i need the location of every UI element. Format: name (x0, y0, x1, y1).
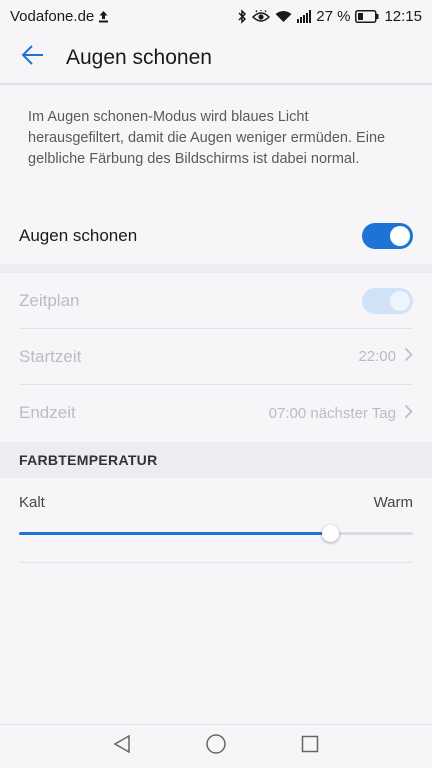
divider (19, 562, 413, 563)
clock: 12:15 (384, 7, 422, 25)
slider-max-label: Warm (373, 494, 413, 511)
page-title: Augen schonen (66, 45, 212, 69)
start-time-row: Startzeit 22:00 (19, 329, 413, 385)
chevron-right-icon (404, 404, 413, 423)
home-circle-icon (205, 733, 227, 760)
section-spacer (0, 264, 432, 273)
start-time-label: Startzeit (19, 346, 82, 366)
back-button[interactable] (0, 31, 66, 84)
nav-home-button[interactable] (204, 733, 228, 760)
slider-labels: Kalt Warm (19, 494, 413, 511)
app-bar: Augen schonen (0, 32, 432, 85)
carrier-name: Vodafone.de (10, 7, 95, 25)
start-time-value-wrap: 22:00 (358, 347, 413, 366)
schedule-toggle (362, 287, 413, 314)
status-left: Vodafone.de (10, 8, 109, 25)
schedule-row: Zeitplan (19, 273, 413, 329)
toggle-knob (390, 226, 410, 246)
feature-description: Im Augen schonen-Modus wird blaues Licht… (28, 109, 386, 167)
eye-comfort-toggle[interactable] (362, 223, 413, 249)
schedule-label: Zeitplan (19, 290, 80, 310)
end-time-value-wrap: 07:00 nächster Tag (269, 404, 413, 423)
wifi-icon (275, 10, 292, 23)
eye-comfort-label: Augen schonen (19, 226, 138, 245)
slider-thumb[interactable] (322, 525, 340, 542)
back-arrow-icon (21, 44, 45, 71)
bluetooth-icon (237, 8, 247, 24)
end-time-value: 07:00 nächster Tag (268, 404, 396, 422)
slider-fill (19, 532, 331, 535)
nav-recents-button[interactable] (298, 735, 322, 759)
navigation-bar (0, 724, 432, 768)
nav-back-button[interactable] (110, 734, 134, 759)
back-triangle-icon (113, 734, 131, 759)
battery-icon (355, 9, 379, 23)
signal-icon (297, 9, 312, 23)
upload-icon (98, 10, 109, 23)
end-time-row: Endzeit 07:00 nächster Tag (19, 385, 413, 441)
chevron-right-icon (404, 347, 413, 366)
recents-square-icon (301, 735, 319, 758)
battery-percent: 27 % (316, 7, 351, 25)
start-time-value: 22:00 (358, 348, 396, 365)
status-bar: Vodafone.de 27 % 12:15 (0, 0, 432, 32)
color-temperature-slider[interactable] (19, 525, 413, 542)
end-time-label: Endzeit (19, 403, 76, 422)
status-right: 27 % 12:15 (237, 8, 422, 25)
slider-min-label: Kalt (19, 494, 45, 511)
eye-comfort-row[interactable]: Augen schonen (19, 207, 413, 265)
color-temperature-header: FARBTEMPERATUR (0, 442, 432, 478)
eye-icon (252, 9, 271, 23)
toggle-knob (390, 290, 410, 311)
